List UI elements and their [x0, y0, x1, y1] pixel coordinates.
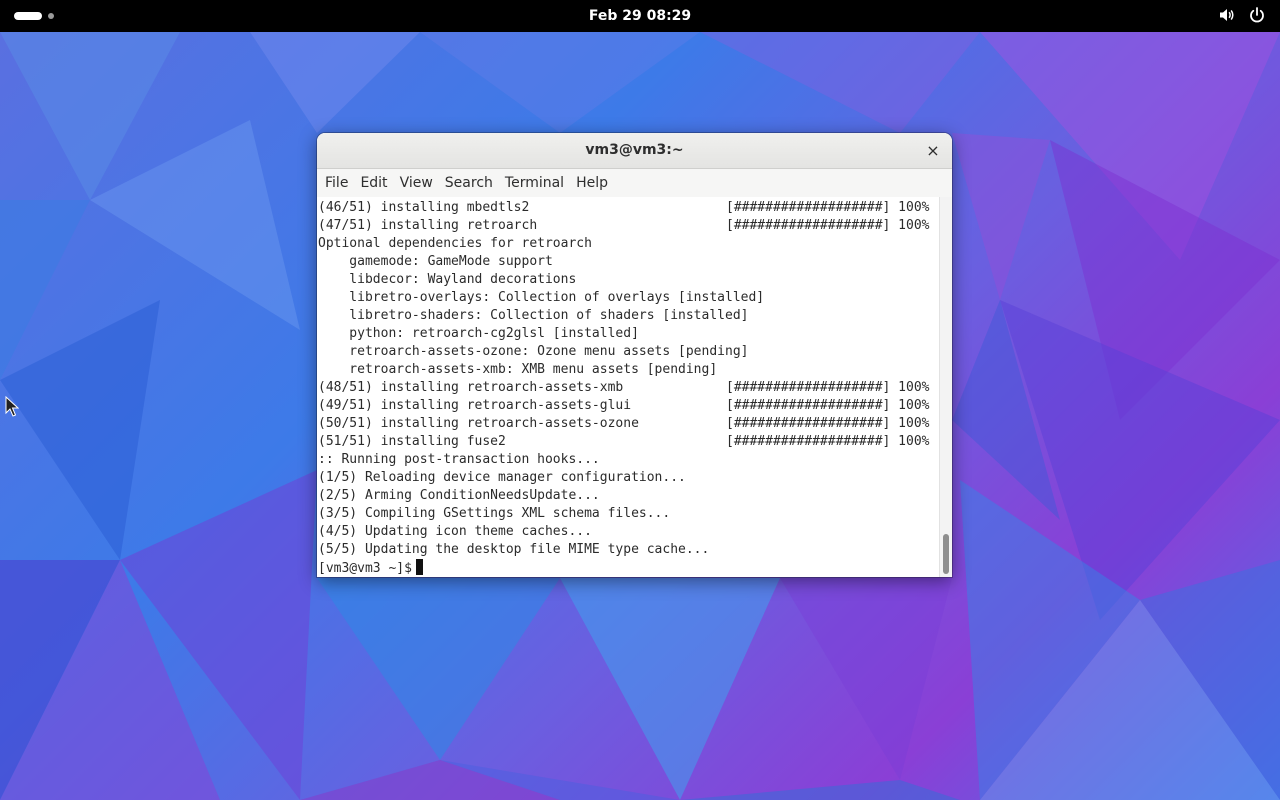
menu-edit[interactable]: Edit: [354, 169, 393, 197]
menu-search[interactable]: Search: [439, 169, 499, 197]
progress-bar-text: [###################] 100%: [726, 380, 930, 395]
terminal-line: (51/51) installing fuse2 [###############…: [318, 433, 936, 451]
progress-bar-text: [###################] 100%: [726, 218, 930, 233]
shell-prompt: [vm3@vm3 ~]$: [318, 561, 412, 576]
terminal-line: python: retroarch-cg2glsl [installed]: [318, 325, 936, 343]
line-text: (51/51) installing fuse2: [318, 434, 506, 449]
line-text: (46/51) installing mbedtls2: [318, 200, 530, 215]
progress-bar-text: [###################] 100%: [726, 416, 930, 431]
scrollbar-thumb[interactable]: [943, 534, 949, 574]
terminal-line: (2/5) Arming ConditionNeedsUpdate...: [318, 487, 936, 505]
menu-help[interactable]: Help: [570, 169, 614, 197]
mouse-pointer-icon: [5, 396, 19, 417]
terminal-line: (47/51) installing retroarch [###########…: [318, 217, 936, 235]
menu-terminal[interactable]: Terminal: [499, 169, 570, 197]
line-text: (47/51) installing retroarch: [318, 218, 538, 233]
line-text: (50/51) installing retroarch-assets-ozon…: [318, 416, 639, 431]
line-text: libdecor: Wayland decorations: [318, 272, 577, 287]
terminal-line: (50/51) installing retroarch-assets-ozon…: [318, 415, 936, 433]
prompt-line[interactable]: [vm3@vm3 ~]$: [318, 559, 936, 577]
line-text: retroarch-assets-ozone: Ozone menu asset…: [318, 344, 749, 359]
activities-button[interactable]: [14, 10, 54, 22]
line-text: :: Running post-transaction hooks...: [318, 452, 600, 467]
workspace-active-indicator: [14, 12, 42, 20]
line-text: (5/5) Updating the desktop file MIME typ…: [318, 542, 710, 557]
line-text: gamemode: GameMode support: [318, 254, 553, 269]
line-text: (2/5) Arming ConditionNeedsUpdate...: [318, 488, 600, 503]
terminal-line: (5/5) Updating the desktop file MIME typ…: [318, 541, 936, 559]
close-button[interactable]: ×: [922, 140, 944, 162]
system-tray[interactable]: [1218, 6, 1266, 24]
terminal-window[interactable]: vm3@vm3:~ × File Edit View Search Termin…: [317, 133, 952, 577]
terminal-line: (48/51) installing retroarch-assets-xmb […: [318, 379, 936, 397]
volume-icon[interactable]: [1218, 6, 1236, 24]
line-text: libretro-shaders: Collection of shaders …: [318, 308, 749, 323]
line-text: retroarch-assets-xmb: XMB menu assets [p…: [318, 362, 718, 377]
window-titlebar[interactable]: vm3@vm3:~ ×: [317, 133, 952, 169]
terminal-line: (46/51) installing mbedtls2 [############…: [318, 199, 936, 217]
workspace-inactive-indicator: [48, 13, 54, 19]
top-bar: Feb 29 08:29: [0, 0, 1280, 32]
power-icon[interactable]: [1248, 6, 1266, 24]
terminal-line: gamemode: GameMode support: [318, 253, 936, 271]
terminal-line: libretro-overlays: Collection of overlay…: [318, 289, 936, 307]
window-title: vm3@vm3:~: [585, 142, 684, 158]
terminal-output[interactable]: (46/51) installing mbedtls2 [############…: [317, 197, 939, 577]
terminal-line: Optional dependencies for retroarch: [318, 235, 936, 253]
terminal-line: retroarch-assets-xmb: XMB menu assets [p…: [318, 361, 936, 379]
menu-bar: File Edit View Search Terminal Help: [317, 169, 952, 197]
line-text: (1/5) Reloading device manager configura…: [318, 470, 686, 485]
text-cursor: [415, 559, 423, 575]
clock[interactable]: Feb 29 08:29: [589, 8, 691, 24]
menu-view[interactable]: View: [394, 169, 439, 197]
terminal-line: retroarch-assets-ozone: Ozone menu asset…: [318, 343, 936, 361]
terminal-line: (3/5) Compiling GSettings XML schema fil…: [318, 505, 936, 523]
line-text: python: retroarch-cg2glsl [installed]: [318, 326, 639, 341]
line-text: (3/5) Compiling GSettings XML schema fil…: [318, 506, 671, 521]
line-text: libretro-overlays: Collection of overlay…: [318, 290, 765, 305]
line-text: (49/51) installing retroarch-assets-glui: [318, 398, 632, 413]
progress-bar-text: [###################] 100%: [726, 434, 930, 449]
terminal-line: :: Running post-transaction hooks...: [318, 451, 936, 469]
menu-file[interactable]: File: [319, 169, 354, 197]
line-text: Optional dependencies for retroarch: [318, 236, 592, 251]
terminal-line: (4/5) Updating icon theme caches...: [318, 523, 936, 541]
terminal-lines: (46/51) installing mbedtls2 [############…: [318, 199, 936, 577]
terminal-line: (1/5) Reloading device manager configura…: [318, 469, 936, 487]
progress-bar-text: [###################] 100%: [726, 200, 930, 215]
line-text: (4/5) Updating icon theme caches...: [318, 524, 592, 539]
line-text: (48/51) installing retroarch-assets-xmb: [318, 380, 624, 395]
terminal-line: libretro-shaders: Collection of shaders …: [318, 307, 936, 325]
terminal-line: libdecor: Wayland decorations: [318, 271, 936, 289]
clock-container: Feb 29 08:29: [0, 0, 1280, 32]
progress-bar-text: [###################] 100%: [726, 398, 930, 413]
scrollbar[interactable]: [939, 197, 952, 577]
terminal-line: (49/51) installing retroarch-assets-glui…: [318, 397, 936, 415]
